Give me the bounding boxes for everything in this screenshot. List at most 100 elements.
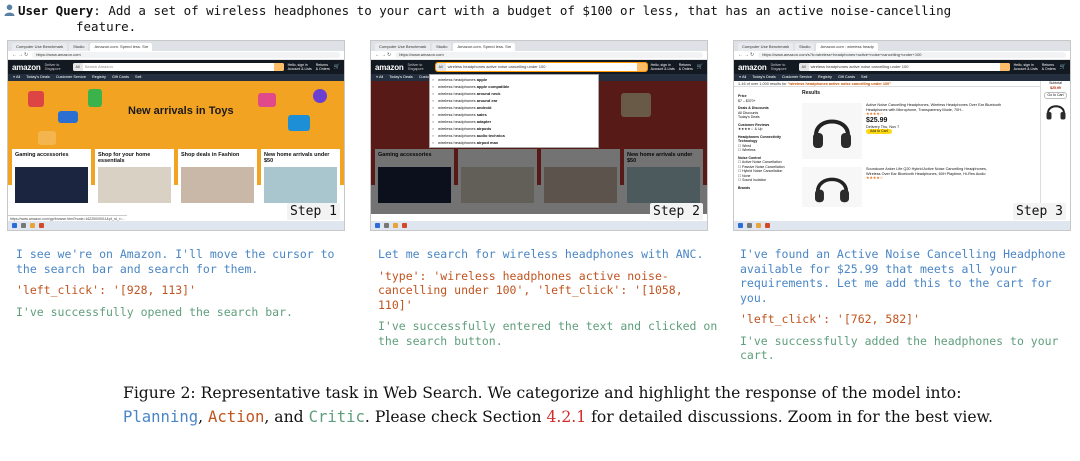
- search-button[interactable]: [273, 63, 284, 71]
- product-title[interactable]: Soundcore Anker Life Q20 Hybrid Active N…: [866, 167, 1002, 176]
- browser-tab[interactable]: Computer Use Benchmark: [12, 43, 68, 51]
- amazon-logo[interactable]: amazon: [12, 63, 41, 72]
- suggestion-item[interactable]: wireless headphones sales: [430, 111, 598, 118]
- search-category[interactable]: All: [435, 63, 446, 71]
- subnav-deals[interactable]: Today's Deals: [26, 74, 50, 81]
- taskbar-app-icon[interactable]: [21, 223, 26, 228]
- category-card[interactable]: Shop deals in Fashion: [178, 149, 257, 219]
- product-image[interactable]: [802, 103, 862, 159]
- browser-tab-active[interactable]: Amazon.com : wireless headp: [816, 43, 878, 51]
- subnav-sell[interactable]: Sell: [135, 74, 141, 81]
- product-title[interactable]: Active Noise Cancelling Headphones, Wire…: [866, 103, 1002, 112]
- browser-tab-active[interactable]: Amazon.com. Spend less. Sm: [90, 43, 153, 51]
- account-menu[interactable]: Hello, sign in Account & Lists: [1014, 63, 1038, 71]
- subnav-service[interactable]: Customer Service: [782, 74, 812, 81]
- person-icon: [4, 4, 15, 16]
- results-summary: 1-16 of over 1,000 results for "wireless…: [734, 81, 1070, 87]
- suggestion-item[interactable]: wireless headphones apple: [430, 76, 598, 83]
- product-price: $25.99: [866, 116, 888, 124]
- category-card[interactable]: Gaming accessories: [12, 149, 91, 219]
- url-field[interactable]: https://www.amazon.com/s?k=wireless+head…: [758, 52, 1066, 58]
- product-info: Active Noise Cancelling Headphones, Wire…: [866, 103, 1002, 135]
- account-menu[interactable]: Hello, sign in Account & Lists: [288, 63, 312, 71]
- cart-icon[interactable]: 🛒: [1060, 64, 1066, 70]
- subnav-service[interactable]: Customer Service: [56, 74, 86, 81]
- subnav-all[interactable]: ≡ All: [739, 74, 746, 81]
- amazon-logo[interactable]: amazon: [738, 63, 767, 72]
- address-bar: ←→↻ https://www.amazon.com/s?k=wireless+…: [734, 51, 1070, 60]
- returns-orders[interactable]: Returns & Orders: [316, 63, 330, 71]
- url-field[interactable]: https://www.amazon.com: [395, 52, 703, 58]
- subnav-deals[interactable]: Today's Deals: [752, 74, 776, 81]
- cart-icon[interactable]: 🛒: [697, 64, 703, 70]
- nav-arrows-icon[interactable]: ←→↻: [738, 52, 755, 58]
- taskbar-app-icon[interactable]: [393, 223, 398, 228]
- browser-tab[interactable]: Studio: [795, 43, 815, 51]
- account-menu[interactable]: Hello, sign in Account & Lists: [651, 63, 675, 71]
- category-card[interactable]: Shop for your home essentials: [95, 149, 174, 219]
- suggestion-item[interactable]: wireless headphones android: [430, 104, 598, 111]
- suggestion-item[interactable]: wireless headphones adapter: [430, 118, 598, 125]
- deliver-to[interactable]: Deliver to Singapore: [771, 63, 795, 71]
- start-icon[interactable]: [738, 223, 743, 228]
- browser-tab[interactable]: Studio: [69, 43, 89, 51]
- filter-option[interactable]: ☐ Sound Isolation: [738, 178, 796, 183]
- taskbar-app-icon[interactable]: [402, 223, 407, 228]
- search-input[interactable]: wireless headphones active noise cancell…: [809, 63, 1000, 71]
- amazon-search-bar[interactable]: All Search Amazon: [72, 63, 284, 71]
- amazon-logo[interactable]: amazon: [375, 63, 404, 72]
- url-field[interactable]: https://www.amazon.com: [32, 52, 340, 58]
- cart-icon[interactable]: 🛒: [334, 64, 340, 70]
- filter-option[interactable]: Today's Deals: [738, 115, 796, 120]
- search-category[interactable]: All: [798, 63, 809, 71]
- returns-orders[interactable]: Returns & Orders: [1042, 63, 1056, 71]
- taskbar-app-icon[interactable]: [747, 223, 752, 228]
- amazon-subnav: ≡ All Today's Deals Customer Service Regist…: [8, 74, 344, 81]
- suggestion-item[interactable]: wireless headphones audio technica: [430, 132, 598, 139]
- search-input[interactable]: Search Amazon: [83, 63, 274, 71]
- deliver-to[interactable]: Deliver to Singapore: [45, 63, 69, 71]
- suggestion-item[interactable]: wireless headphones around neck: [430, 90, 598, 97]
- filter-option[interactable]: ☐ Wireless: [738, 148, 796, 153]
- start-icon[interactable]: [12, 223, 17, 228]
- subnav-deals[interactable]: Today's Deals: [389, 74, 413, 81]
- product-image[interactable]: [802, 167, 862, 207]
- add-to-cart-button[interactable]: Add to Cart: [866, 129, 892, 135]
- suggestion-item[interactable]: wireless headphones airpods: [430, 125, 598, 132]
- headphones-icon: [813, 119, 851, 148]
- suggestion-item[interactable]: wireless headphones around ear: [430, 97, 598, 104]
- subnav-registry[interactable]: Registry: [92, 74, 106, 81]
- nav-arrows-icon[interactable]: ←→↻: [12, 52, 29, 58]
- taskbar-app-icon[interactable]: [765, 223, 770, 228]
- suggestion-item[interactable]: wireless headphones apple compatible: [430, 83, 598, 90]
- subnav-registry[interactable]: Registry: [818, 74, 832, 81]
- browser-tab[interactable]: Studio: [432, 43, 452, 51]
- subnav-gift[interactable]: Gift Cards: [838, 74, 855, 81]
- start-icon[interactable]: [375, 223, 380, 228]
- amazon-search-bar[interactable]: All wireless headphones active noise can…: [798, 63, 1010, 71]
- deliver-to[interactable]: Deliver to Singapore: [408, 63, 432, 71]
- section-reference-link[interactable]: 4.2.1: [546, 408, 586, 426]
- search-category[interactable]: All: [72, 63, 83, 71]
- taskbar-app-icon[interactable]: [39, 223, 44, 228]
- browser-tab[interactable]: Computer Use Benchmark: [738, 43, 794, 51]
- suggestion-item[interactable]: wireless headphones airpod max: [430, 139, 598, 146]
- browser-tab[interactable]: Computer Use Benchmark: [375, 43, 431, 51]
- returns-orders[interactable]: Returns & Orders: [679, 63, 693, 71]
- search-input[interactable]: wireless headphones active noise cancell…: [446, 63, 637, 71]
- subnav-all[interactable]: ≡ All: [13, 74, 20, 81]
- taskbar-app-icon[interactable]: [756, 223, 761, 228]
- browser-tab-active[interactable]: Amazon.com. Spend less. Sm: [453, 43, 516, 51]
- search-button[interactable]: [636, 63, 647, 71]
- amazon-search-bar[interactable]: All wireless headphones active noise can…: [434, 62, 648, 72]
- nav-arrows-icon[interactable]: ←→↻: [375, 52, 392, 58]
- go-to-cart-button[interactable]: Go to Cart: [1044, 92, 1067, 99]
- filter-option[interactable]: ★★★★☆ & Up: [738, 127, 796, 132]
- subnav-sell[interactable]: Sell: [861, 74, 867, 81]
- search-button[interactable]: [999, 63, 1010, 71]
- filter-option[interactable]: $7 – $370+: [738, 99, 796, 104]
- subnav-all[interactable]: ≡ All: [376, 74, 383, 81]
- taskbar-app-icon[interactable]: [384, 223, 389, 228]
- subnav-gift[interactable]: Gift Cards: [112, 74, 129, 81]
- taskbar-app-icon[interactable]: [30, 223, 35, 228]
